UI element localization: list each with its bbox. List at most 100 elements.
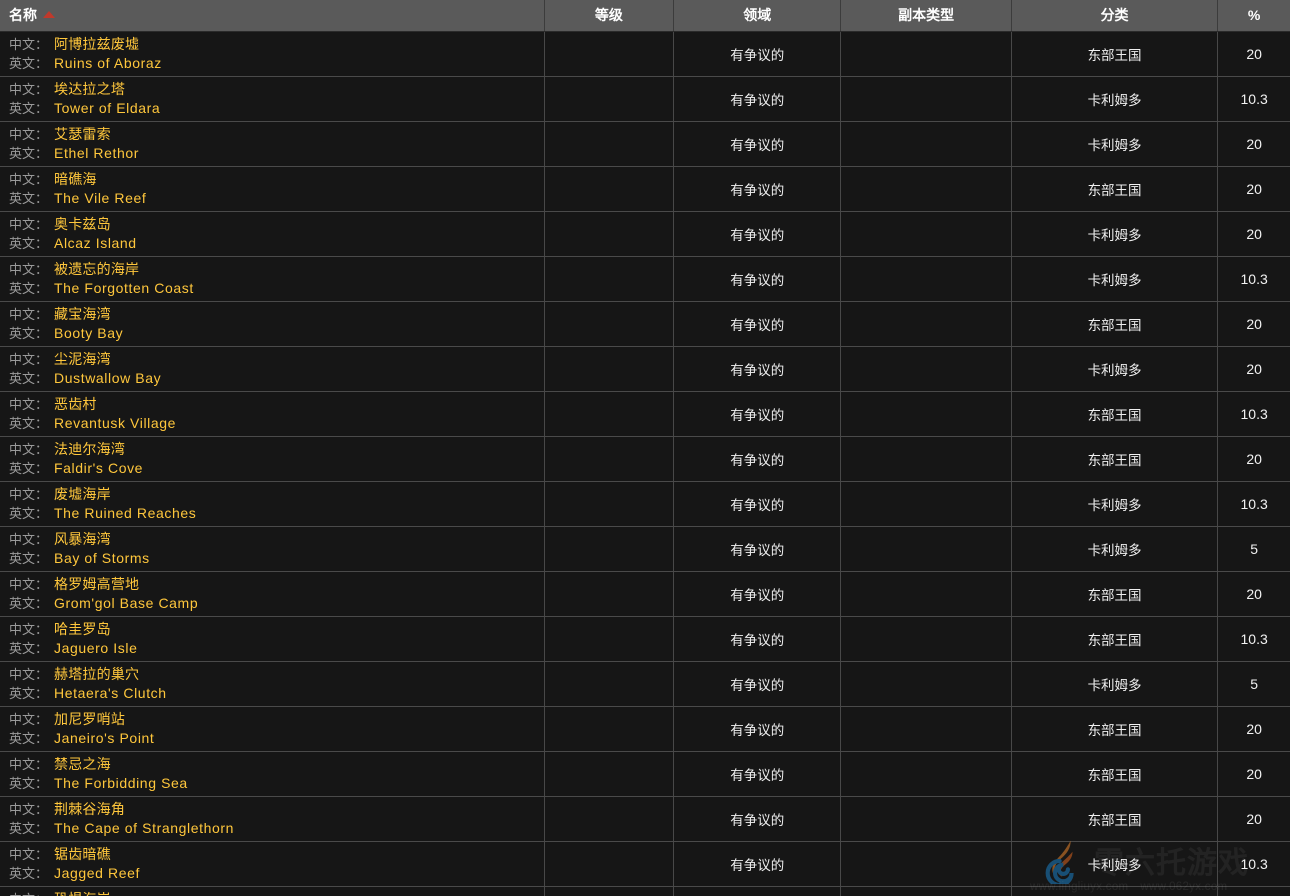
cell-pct: 5 (1218, 662, 1290, 707)
name-label-cn: 中文： (9, 847, 48, 862)
zone-name-en[interactable]: Dustwallow Bay (54, 370, 161, 386)
cell-name[interactable]: 中文：加尼罗哨站英文：Janeiro's Point (0, 707, 544, 752)
zone-name-cn[interactable]: 禁忌之海 (54, 756, 111, 772)
zone-name-en[interactable]: Hetaera's Clutch (54, 685, 167, 701)
zone-name-cn[interactable]: 尘泥海湾 (54, 351, 111, 367)
cell-name[interactable]: 中文：恶齿村英文：Revantusk Village (0, 392, 544, 437)
table-row[interactable]: 中文：被遗忘的海岸英文：The Forgotten Coast有争议的卡利姆多1… (0, 257, 1290, 302)
name-label-en: 英文： (9, 236, 48, 251)
name-label-en: 英文： (9, 551, 48, 566)
cell-name[interactable]: 中文：赫塔拉的巢穴英文：Hetaera's Clutch (0, 662, 544, 707)
zone-name-en[interactable]: Jagged Reef (54, 865, 140, 881)
zone-name-cn[interactable]: 法迪尔海湾 (54, 441, 125, 457)
zone-name-en[interactable]: Booty Bay (54, 325, 123, 341)
table-row[interactable]: 中文：风暴海湾英文：Bay of Storms有争议的卡利姆多5 (0, 527, 1290, 572)
cell-name[interactable]: 中文：禁忌之海英文：The Forbidding Sea (0, 752, 544, 797)
zone-name-en[interactable]: Grom'gol Base Camp (54, 595, 198, 611)
cell-name[interactable]: 中文：被遗忘的海岸英文：The Forgotten Coast (0, 257, 544, 302)
cell-name[interactable]: 中文：阿博拉兹废墟英文：Ruins of Aboraz (0, 32, 544, 77)
zone-name-en[interactable]: The Cape of Stranglethorn (54, 820, 234, 836)
zone-name-en[interactable]: Bay of Storms (54, 550, 150, 566)
zone-name-en[interactable]: Ruins of Aboraz (54, 55, 162, 71)
table-row[interactable]: 中文：格罗姆高营地英文：Grom'gol Base Camp有争议的东部王国20 (0, 572, 1290, 617)
table-row[interactable]: 中文：法迪尔海湾英文：Faldir's Cove有争议的东部王国20 (0, 437, 1290, 482)
column-header-category[interactable]: 分类 (1011, 0, 1217, 32)
table-row[interactable]: 中文：艾瑟雷索英文：Ethel Rethor有争议的卡利姆多20 (0, 122, 1290, 167)
cell-name[interactable]: 中文：荆棘谷海角英文：The Cape of Stranglethorn (0, 797, 544, 842)
zone-name-cn[interactable]: 恶齿村 (54, 396, 97, 412)
cell-name[interactable]: 中文：艾瑟雷索英文：Ethel Rethor (0, 122, 544, 167)
zone-name-en[interactable]: Janeiro's Point (54, 730, 154, 746)
cell-name[interactable]: 中文：尘泥海湾英文：Dustwallow Bay (0, 347, 544, 392)
zone-name-cn[interactable]: 荆棘谷海角 (54, 801, 125, 817)
zone-name-en[interactable]: Ethel Rethor (54, 145, 139, 161)
zone-name-cn[interactable]: 赫塔拉的巢穴 (54, 666, 139, 682)
zone-name-cn[interactable]: 锯齿暗礁 (54, 846, 111, 862)
table-row[interactable]: 中文：暗礁海英文：The Vile Reef有争议的东部王国20 (0, 167, 1290, 212)
cell-inst (841, 212, 1011, 257)
zone-name-cn[interactable]: 废墟海岸 (54, 486, 111, 502)
cell-name[interactable]: 中文：废墟海岸英文：The Ruined Reaches (0, 482, 544, 527)
name-label-cn: 中文： (9, 532, 48, 547)
zone-name-cn[interactable]: 风暴海湾 (54, 531, 111, 547)
column-header-instance-type[interactable]: 副本类型 (841, 0, 1011, 32)
zone-name-cn[interactable]: 被遗忘的海岸 (54, 261, 139, 277)
cell-name[interactable]: 中文：藏宝海湾英文：Booty Bay (0, 302, 544, 347)
table-row[interactable]: 中文：哈圭罗岛英文：Jaguero Isle有争议的东部王国10.3 (0, 617, 1290, 662)
zone-name-en[interactable]: The Vile Reef (54, 190, 146, 206)
table-row[interactable]: 中文：藏宝海湾英文：Booty Bay有争议的东部王国20 (0, 302, 1290, 347)
name-label-en: 英文： (9, 191, 48, 206)
zone-name-cn[interactable]: 暗礁海 (54, 171, 97, 187)
table-row[interactable]: 中文：废墟海岸英文：The Ruined Reaches有争议的卡利姆多10.3 (0, 482, 1290, 527)
cell-name[interactable]: 中文：格罗姆高营地英文：Grom'gol Base Camp (0, 572, 544, 617)
table-row[interactable]: 中文：奥卡兹岛英文：Alcaz Island有争议的卡利姆多20 (0, 212, 1290, 257)
zone-name-en[interactable]: The Ruined Reaches (54, 505, 196, 521)
zone-name-en[interactable]: Jaguero Isle (54, 640, 137, 656)
zone-name-en[interactable]: Alcaz Island (54, 235, 137, 251)
table-row[interactable]: 中文：锯齿暗礁英文：Jagged Reef有争议的卡利姆多10.3 (0, 842, 1290, 887)
cell-cat: 卡利姆多 (1011, 347, 1217, 392)
zone-name-en[interactable]: Faldir's Cove (54, 460, 143, 476)
table-row[interactable]: 中文：赫塔拉的巢穴英文：Hetaera's Clutch有争议的卡利姆多5 (0, 662, 1290, 707)
cell-name[interactable]: 中文： 风暴海湾英文： Bay of Storms (0, 527, 544, 572)
zone-name-en[interactable]: Revantusk Village (54, 415, 176, 431)
name-label-cn: 中文： (9, 757, 48, 772)
cell-inst (841, 572, 1011, 617)
cell-name[interactable]: 中文：恐惧海岸英文：Dreadmurk Shore (0, 887, 544, 896)
cell-pct: 20 (1218, 167, 1290, 212)
name-line-cn: 中文：恶齿村 (9, 395, 544, 414)
zone-name-cn[interactable]: 藏宝海湾 (54, 306, 111, 322)
zone-name-cn[interactable]: 阿博拉兹废墟 (54, 36, 139, 52)
table-row[interactable]: 中文：阿博拉兹废墟英文：Ruins of Aboraz有争议的东部王国20 (0, 32, 1290, 77)
cell-name[interactable]: 中文：锯齿暗礁英文：Jagged Reef (0, 842, 544, 887)
zone-name-en[interactable]: Tower of Eldara (54, 100, 160, 116)
column-header-percent[interactable]: % (1218, 0, 1290, 32)
zone-name-cn[interactable]: 埃达拉之塔 (54, 81, 125, 97)
table-row[interactable]: 中文：尘泥海湾英文：Dustwallow Bay有争议的卡利姆多20 (0, 347, 1290, 392)
zone-name-cn[interactable]: 加尼罗哨站 (54, 711, 125, 727)
table-row[interactable]: 中文：恐惧海岸英文：Dreadmurk Shore有争议的卡利姆多20 (0, 887, 1290, 896)
cell-cat: 东部王国 (1011, 302, 1217, 347)
cell-name[interactable]: 中文：埃达拉之塔英文：Tower of Eldara (0, 77, 544, 122)
cell-name[interactable]: 中文：法迪尔海湾英文：Faldir's Cove (0, 437, 544, 482)
cell-name[interactable]: 中文：哈圭罗岛英文：Jaguero Isle (0, 617, 544, 662)
column-header-name[interactable]: 名称 (0, 0, 544, 32)
zone-name-cn[interactable]: 哈圭罗岛 (54, 621, 111, 637)
zone-name-cn[interactable]: 恐惧海岸 (54, 891, 111, 896)
table-row[interactable]: 中文：加尼罗哨站英文：Janeiro's Point有争议的东部王国20 (0, 707, 1290, 752)
zone-name-en[interactable]: The Forbidding Sea (54, 775, 188, 791)
zone-name-cn[interactable]: 奥卡兹岛 (54, 216, 111, 232)
column-header-realm[interactable]: 领域 (674, 0, 841, 32)
table-row[interactable]: 中文：恶齿村英文：Revantusk Village有争议的东部王国10.3 (0, 392, 1290, 437)
zone-name-cn[interactable]: 格罗姆高营地 (54, 576, 139, 592)
sort-ascending-icon (43, 11, 55, 18)
zone-name-cn[interactable]: 艾瑟雷索 (54, 126, 111, 142)
cell-name[interactable]: 中文：奥卡兹岛英文：Alcaz Island (0, 212, 544, 257)
table-row[interactable]: 中文：禁忌之海英文：The Forbidding Sea有争议的东部王国20 (0, 752, 1290, 797)
cell-pct: 10.3 (1218, 617, 1290, 662)
table-row[interactable]: 中文：荆棘谷海角英文：The Cape of Stranglethorn有争议的… (0, 797, 1290, 842)
column-header-level[interactable]: 等级 (544, 0, 673, 32)
table-row[interactable]: 中文：埃达拉之塔英文：Tower of Eldara有争议的卡利姆多10.3 (0, 77, 1290, 122)
zone-name-en[interactable]: The Forgotten Coast (54, 280, 194, 296)
cell-name[interactable]: 中文：暗礁海英文：The Vile Reef (0, 167, 544, 212)
